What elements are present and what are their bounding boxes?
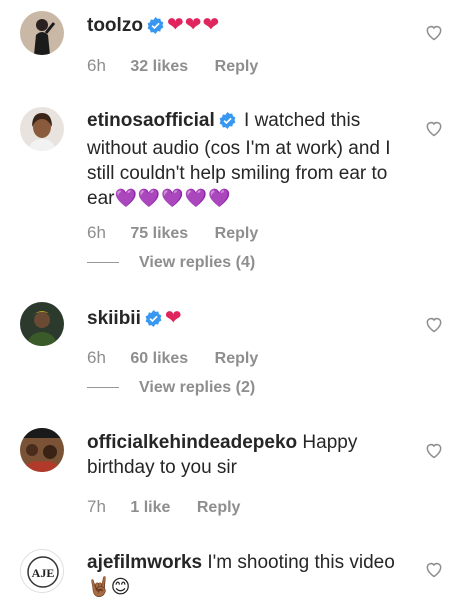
comment-text: toolzo ❤❤❤ [87,12,402,41]
emoji: 🤘🏾😊 [87,576,131,598]
verified-badge-icon [147,16,164,41]
likes-count[interactable]: 75 likes [130,225,188,242]
view-replies-button[interactable]: View replies (4) [87,254,255,272]
comment-text: skiibii ❤ [87,305,402,334]
reply-button[interactable]: Reply [215,225,259,242]
heart-outline-icon[interactable] [424,22,444,42]
purple-heart-emoji: 💜💜💜💜💜 [114,188,232,209]
heart-outline-icon[interactable] [424,314,444,334]
reply-button[interactable]: Reply [197,499,241,516]
comment-body: I'm shooting this video [207,552,395,573]
heart-outline-icon[interactable] [424,559,444,579]
heart-outline-icon[interactable] [424,440,444,460]
username[interactable]: etinosaofficial [87,110,215,131]
timestamp: 6h [87,223,106,242]
comment-text: ajefilmworks I'm shooting this video 🤘🏾😊 [87,550,402,600]
heart-emoji: ❤ [164,305,183,329]
comment-text: etinosaofficial I watched this without a… [87,108,397,211]
divider-line [87,387,119,389]
username[interactable]: officialkehindeadepeko [87,432,297,453]
timestamp: 7h [87,497,106,516]
avatar[interactable] [20,11,64,55]
username[interactable]: skiibii [87,308,141,329]
comment-meta: 6h 75 likes Reply [87,223,280,243]
avatar[interactable] [20,107,64,151]
username[interactable]: ajefilmworks [87,552,202,573]
divider-line [87,262,119,264]
view-replies-label[interactable]: View replies (2) [139,379,255,396]
logo-text: AJE [32,566,55,580]
view-replies-button[interactable]: View replies (2) [87,379,255,397]
avatar[interactable] [20,428,64,472]
comment-meta: 7h 1 like Reply [87,497,262,517]
comment-meta: 6h 32 likes Reply [87,56,280,76]
avatar[interactable] [20,302,64,346]
heart-emoji: ❤❤❤ [166,12,221,36]
verified-badge-icon [219,111,236,136]
likes-count[interactable]: 32 likes [130,58,188,75]
likes-count[interactable]: 1 like [130,499,170,516]
comment-meta: 6h 60 likes Reply [87,348,280,368]
timestamp: 6h [87,56,106,75]
comment-text: officialkehindeadepeko Happy birthday to… [87,430,372,480]
reply-button[interactable]: Reply [215,58,259,75]
reply-button[interactable]: Reply [215,350,259,367]
likes-count[interactable]: 60 likes [130,350,188,367]
username[interactable]: toolzo [87,15,143,36]
view-replies-label[interactable]: View replies (4) [139,254,255,271]
avatar[interactable]: AJE [20,549,64,593]
timestamp: 6h [87,348,106,367]
verified-badge-icon [145,309,162,334]
heart-outline-icon[interactable] [424,118,444,138]
